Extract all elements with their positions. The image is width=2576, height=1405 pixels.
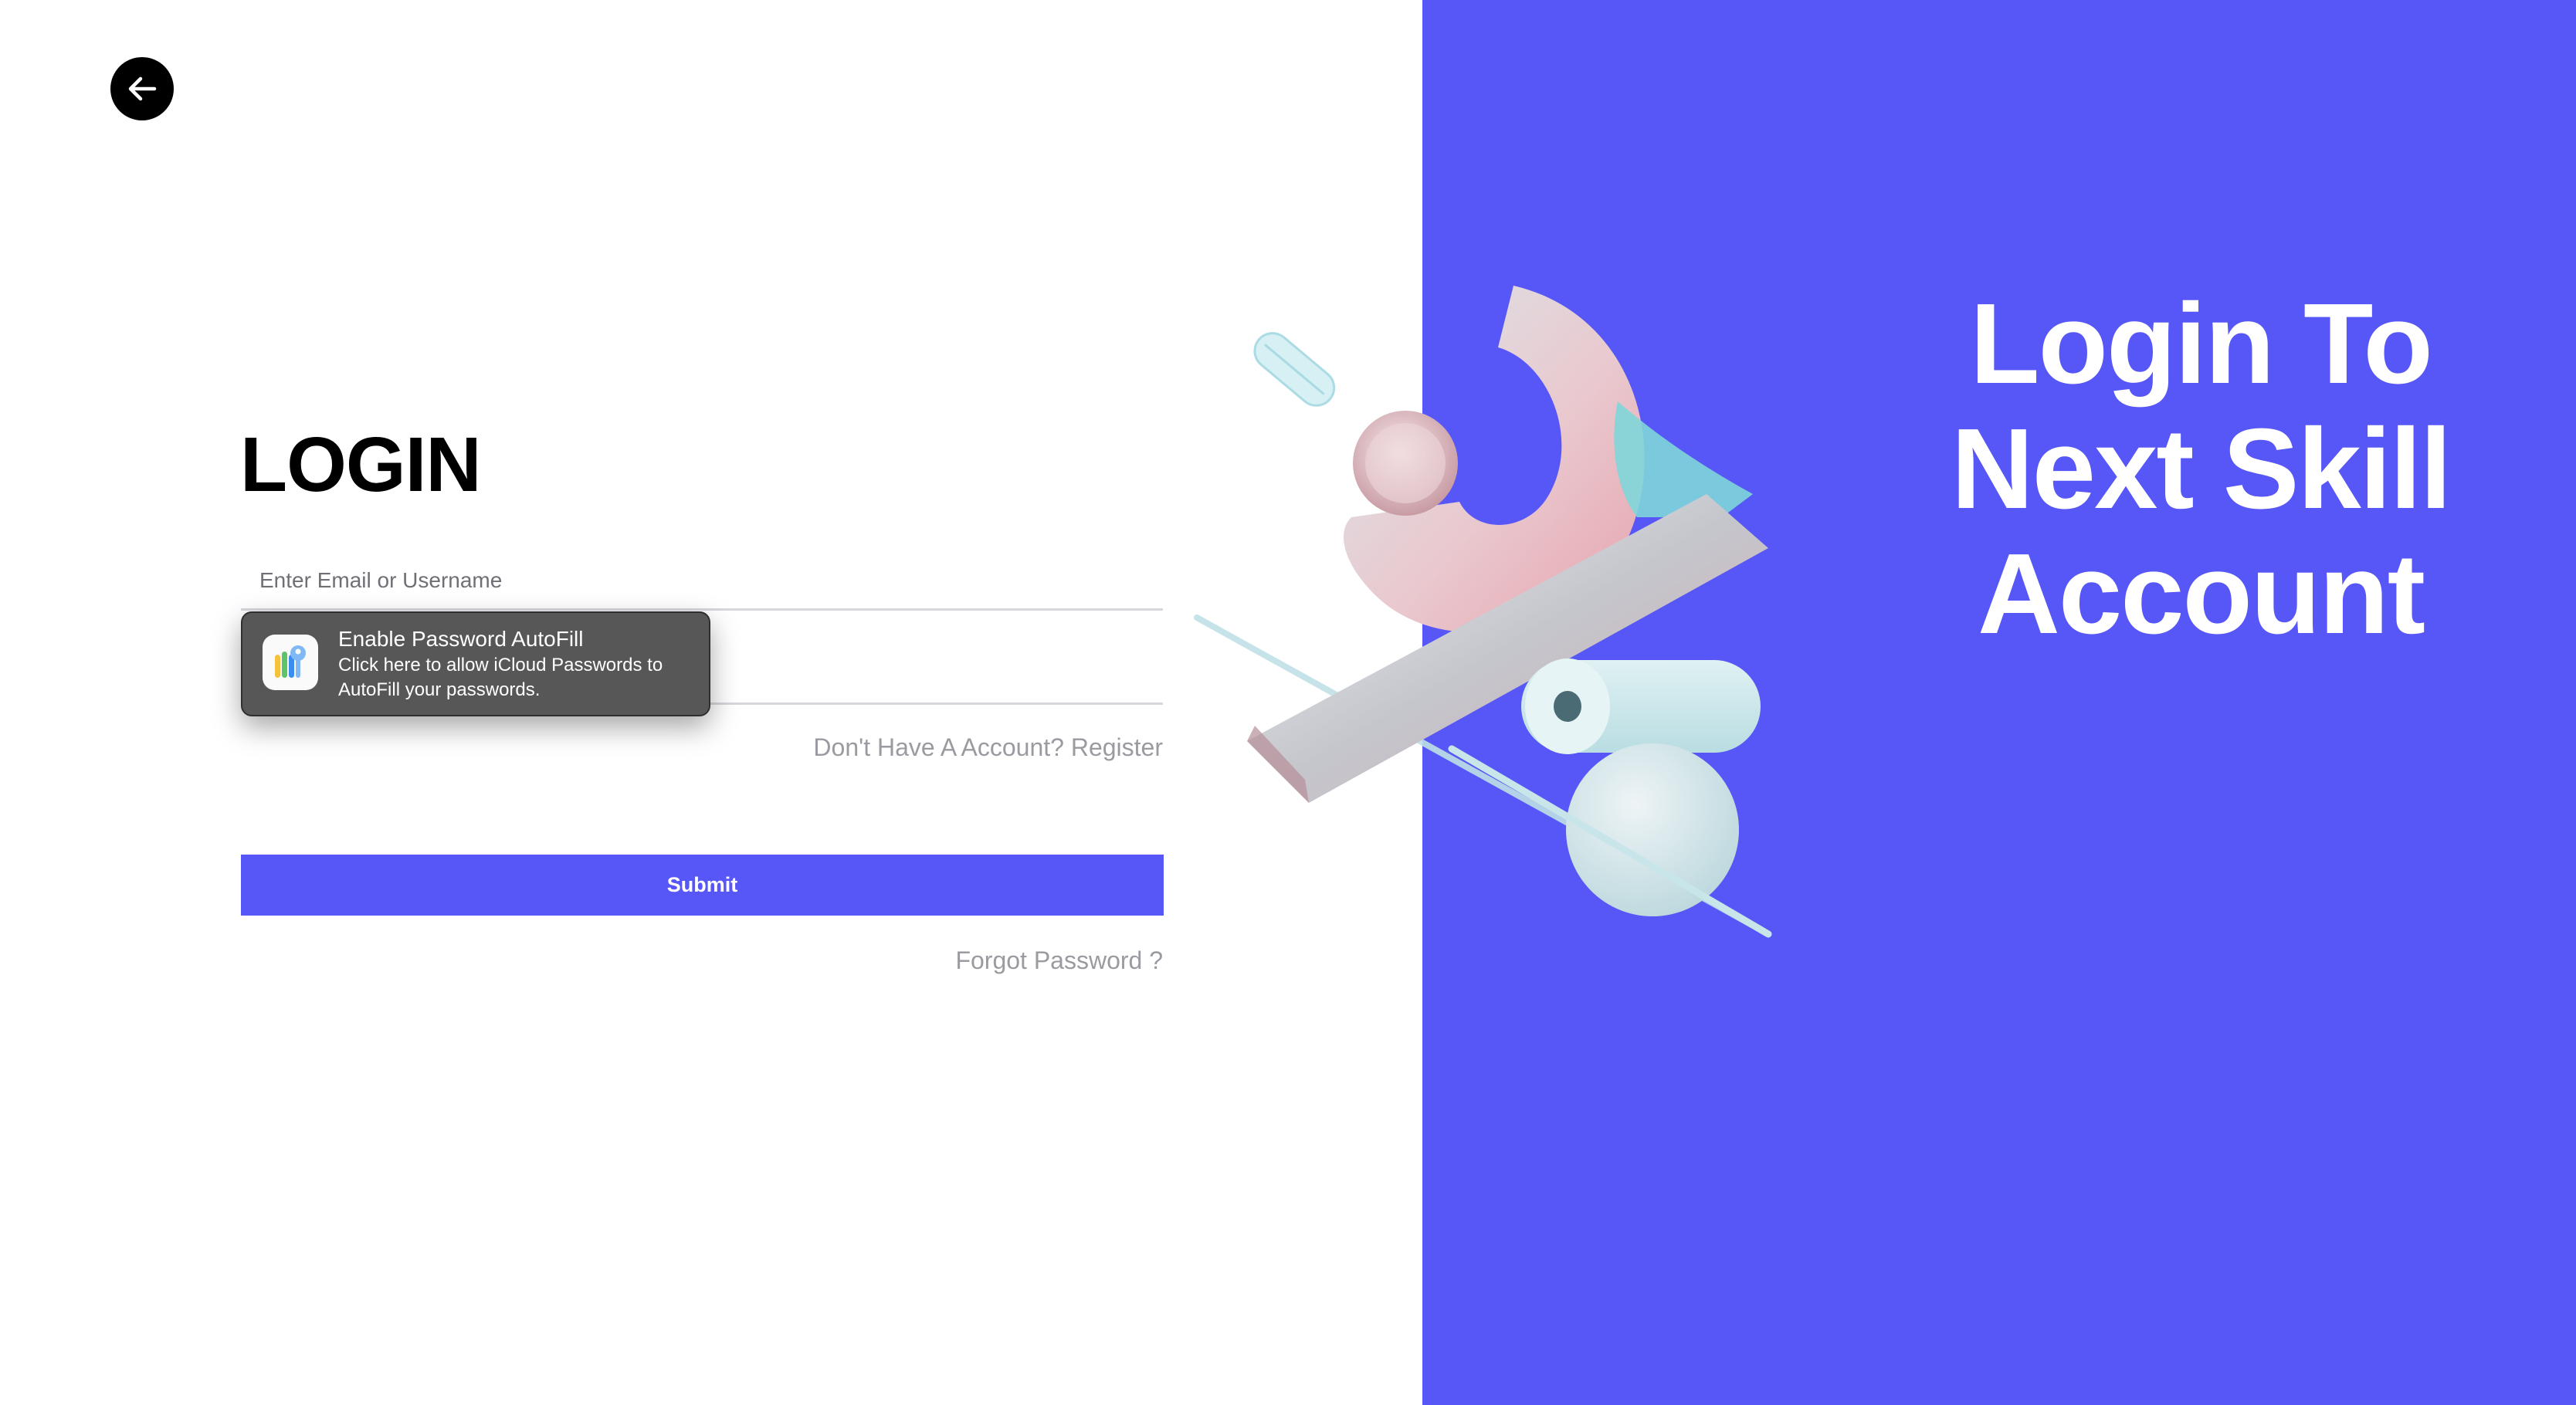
hero-title: Login To Next Skill Account (1951, 280, 2452, 658)
register-link[interactable]: Don't Have A Account? Register (813, 733, 1163, 762)
autofill-description: Click here to allow iCloud Passwords to … (338, 655, 663, 700)
passwords-app-icon (263, 635, 318, 690)
email-field[interactable] (241, 553, 1163, 608)
password-autofill-popup[interactable]: Enable Password AutoFill Click here to a… (241, 611, 710, 716)
forgot-password-link[interactable]: Forgot Password ? (955, 946, 1163, 975)
page-title: LOGIN (240, 422, 482, 508)
submit-button[interactable]: Submit (241, 855, 1164, 916)
back-button[interactable] (110, 57, 174, 120)
abstract-3d-illustration (1194, 286, 1772, 938)
email-field-wrapper (241, 553, 1163, 611)
arrow-left-icon (128, 76, 157, 101)
autofill-text: Enable Password AutoFill Click here to a… (338, 625, 701, 702)
autofill-title: Enable Password AutoFill (338, 627, 584, 651)
